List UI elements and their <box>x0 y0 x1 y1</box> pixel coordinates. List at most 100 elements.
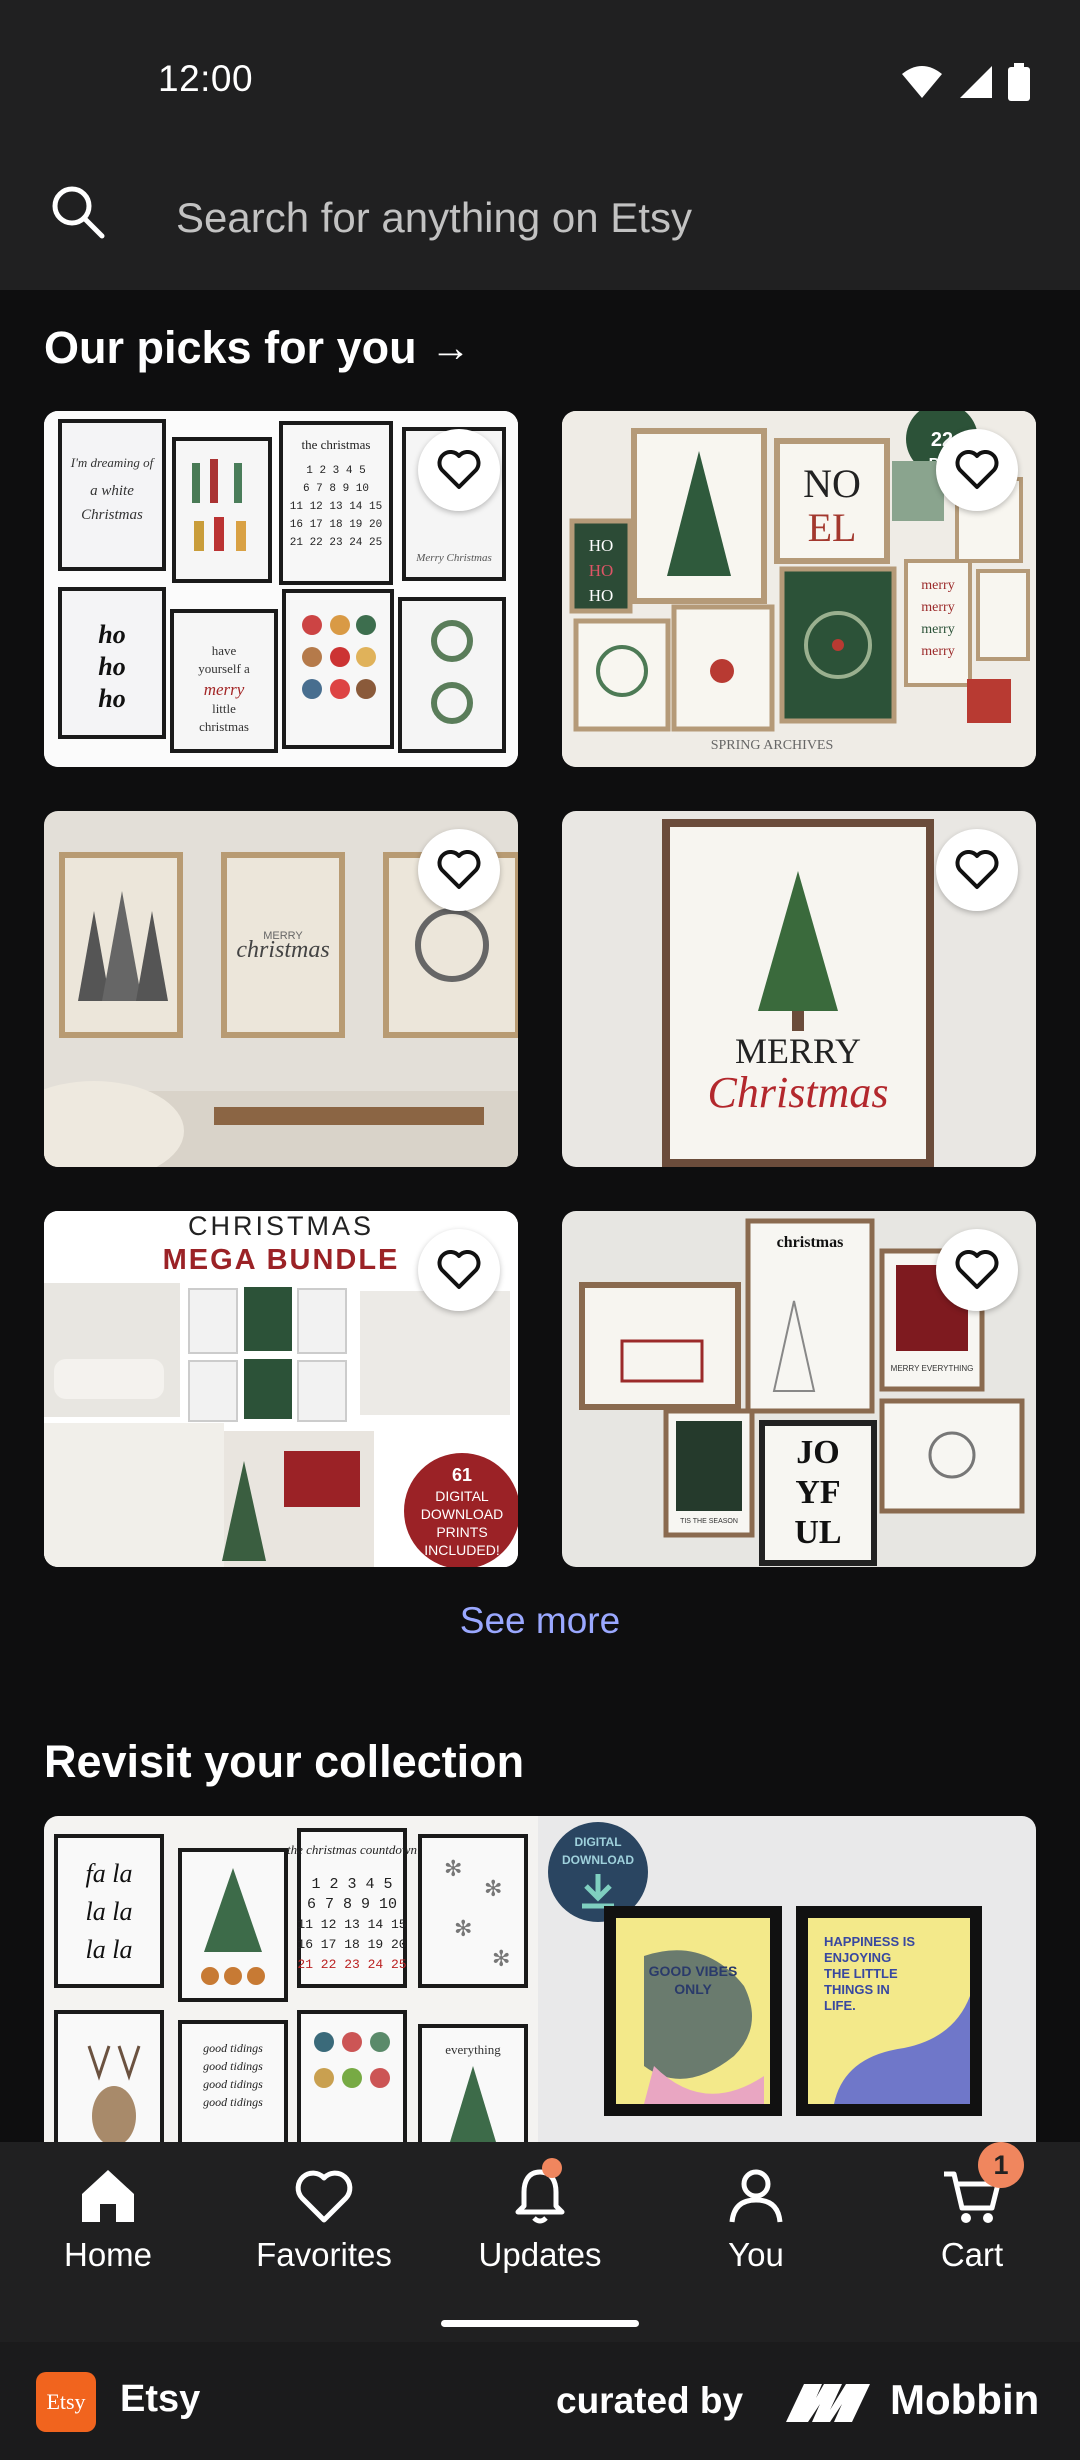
svg-text:YF: YF <box>795 1474 840 1511</box>
svg-text:Christmas: Christmas <box>81 507 143 523</box>
svg-text:merry: merry <box>921 644 954 659</box>
svg-text:NO: NO <box>803 461 861 506</box>
print-text: HAPPINESS IS <box>824 1934 915 1949</box>
print-text: everything <box>445 2042 501 2057</box>
collection-image: fa la la la la la the christmas countdow… <box>44 1816 1036 2142</box>
status-bar: 12:00 <box>0 0 1080 150</box>
arrow-right-icon: → <box>430 325 471 370</box>
nav-label: Home <box>63 2236 153 2273</box>
svg-text:UL: UL <box>794 1514 841 1551</box>
favorite-button[interactable] <box>418 1229 500 1311</box>
favorite-button[interactable] <box>418 429 500 511</box>
home-icon <box>82 2170 134 2222</box>
product-card[interactable]: MERRY christmas <box>44 811 518 1167</box>
countdown-row: 1 2 3 4 5 <box>311 1876 392 1893</box>
svg-text:I'm dreaming of: I'm dreaming of <box>70 455 156 470</box>
snowflake-icon: ✻ <box>454 1916 472 1941</box>
print-text: GOOD VIBES <box>649 1963 738 1979</box>
nav-label: Cart <box>940 2236 1004 2273</box>
svg-text:christmas: christmas <box>199 719 249 734</box>
home-indicator[interactable] <box>441 2320 639 2327</box>
print-text: THINGS IN <box>824 1982 890 1997</box>
svg-text:merry: merry <box>921 600 954 615</box>
product-card[interactable]: christmas JO YF UL MERRY EVERYTHING TIS … <box>562 1211 1036 1567</box>
svg-text:INCLUDED!: INCLUDED! <box>424 1542 499 1558</box>
product-card[interactable]: NO EL HO HO HO 22 PRI merry merry merry … <box>562 411 1036 767</box>
product-card[interactable]: I'm dreaming of a white Christmas the ch… <box>44 411 518 767</box>
product-card[interactable]: MERRY Christmas <box>562 811 1036 1167</box>
nav-you[interactable]: You <box>648 2142 864 2296</box>
print-text: good tidings <box>203 2077 263 2091</box>
countdown-row: 21 22 23 24 25 <box>297 1957 406 1972</box>
product-card[interactable]: CHRISTMAS MEGA BUNDLE 61 DIGITAL DOWNLOA… <box>44 1211 518 1567</box>
cart-badge: 1 <box>978 2142 1024 2188</box>
download-badge-text: DOWNLOAD <box>562 1853 634 1867</box>
svg-text:JO: JO <box>796 1434 839 1471</box>
download-badge-text: DIGITAL <box>574 1835 621 1849</box>
picks-title: Our picks for you <box>44 322 417 373</box>
svg-text:christmas: christmas <box>236 937 329 963</box>
search-input[interactable] <box>176 188 1036 248</box>
countdown-row: 6 7 8 9 10 <box>307 1896 397 1913</box>
svg-text:61: 61 <box>452 1465 472 1485</box>
svg-text:11 12 13 14 15: 11 12 13 14 15 <box>290 501 382 513</box>
svg-text:MERRY: MERRY <box>735 1031 861 1071</box>
nav-updates[interactable]: Updates <box>432 2142 648 2296</box>
search-icon[interactable] <box>46 180 110 244</box>
print-text: ONLY <box>674 1981 712 1997</box>
heart-icon <box>437 1250 481 1289</box>
svg-text:MERRY EVERYTHING: MERRY EVERYTHING <box>891 1364 974 1373</box>
wifi-icon <box>902 66 942 98</box>
svg-text:CHRISTMAS: CHRISTMAS <box>188 1211 374 1241</box>
svg-text:merry: merry <box>204 680 245 699</box>
print-text: ENJOYING <box>824 1950 891 1965</box>
print-text: LIFE. <box>824 1998 856 2013</box>
gesture-bar <box>0 2296 1080 2342</box>
svg-text:christmas: christmas <box>777 1234 844 1251</box>
svg-text:MEGA BUNDLE: MEGA BUNDLE <box>163 1244 400 1276</box>
svg-text:HO: HO <box>589 586 614 605</box>
nav-cart[interactable]: 1 Cart <box>864 2142 1080 2296</box>
mobbin-brand: Mobbin <box>890 2376 1040 2423</box>
picks-header[interactable]: Our picks for you → <box>44 322 471 374</box>
svg-text:HO: HO <box>589 536 614 555</box>
print-text: the christmas countdown <box>287 1842 417 1857</box>
print-text: good tidings <box>203 2095 263 2109</box>
mobbin-logo-icon <box>786 2384 870 2422</box>
signal-icon <box>960 66 992 98</box>
favorite-button[interactable] <box>418 829 500 911</box>
countdown-row: 11 12 13 14 15 <box>297 1917 406 1932</box>
svg-text:TIS THE SEASON: TIS THE SEASON <box>680 1518 738 1525</box>
nav-home[interactable]: Home <box>0 2142 216 2296</box>
nav-label: Updates <box>478 2236 602 2273</box>
svg-text:DIGITAL: DIGITAL <box>435 1488 489 1504</box>
app-name: Etsy <box>120 2378 201 2420</box>
svg-text:ho: ho <box>98 684 125 713</box>
svg-text:yourself a: yourself a <box>198 661 250 676</box>
search-bar <box>0 150 1080 290</box>
svg-text:EL: EL <box>808 505 857 550</box>
heart-icon <box>295 2170 353 2223</box>
nav-label: Favorites <box>256 2236 392 2273</box>
collection-card[interactable]: fa la la la la la the christmas countdow… <box>44 1816 1036 2142</box>
see-more-link[interactable]: See more <box>0 1600 1080 1642</box>
favorite-button[interactable] <box>936 1229 1018 1311</box>
bottom-nav: Home Favorites Updates You 1 Cart <box>0 2142 1080 2296</box>
favorite-button[interactable] <box>936 829 1018 911</box>
svg-text:6 7 8 9 10: 6 7 8 9 10 <box>303 483 369 495</box>
curated-label: curated by <box>556 2380 744 2421</box>
svg-text:16 17 18 19 20: 16 17 18 19 20 <box>290 519 382 531</box>
heart-icon <box>437 450 481 489</box>
bell-icon <box>515 2169 565 2224</box>
print-text: THE LITTLE <box>824 1966 898 1981</box>
snowflake-icon: ✻ <box>444 1856 462 1881</box>
heart-icon <box>955 450 999 489</box>
svg-text:merry: merry <box>921 622 954 637</box>
nav-favorites[interactable]: Favorites <box>216 2142 432 2296</box>
status-time: 12:00 <box>158 58 254 99</box>
svg-text:have: have <box>212 643 237 658</box>
print-text: fa la <box>86 1859 133 1888</box>
favorite-button[interactable] <box>936 429 1018 511</box>
svg-text:SPRING ARCHIVES: SPRING ARCHIVES <box>711 738 834 753</box>
svg-text:1 2 3 4 5: 1 2 3 4 5 <box>306 465 365 477</box>
